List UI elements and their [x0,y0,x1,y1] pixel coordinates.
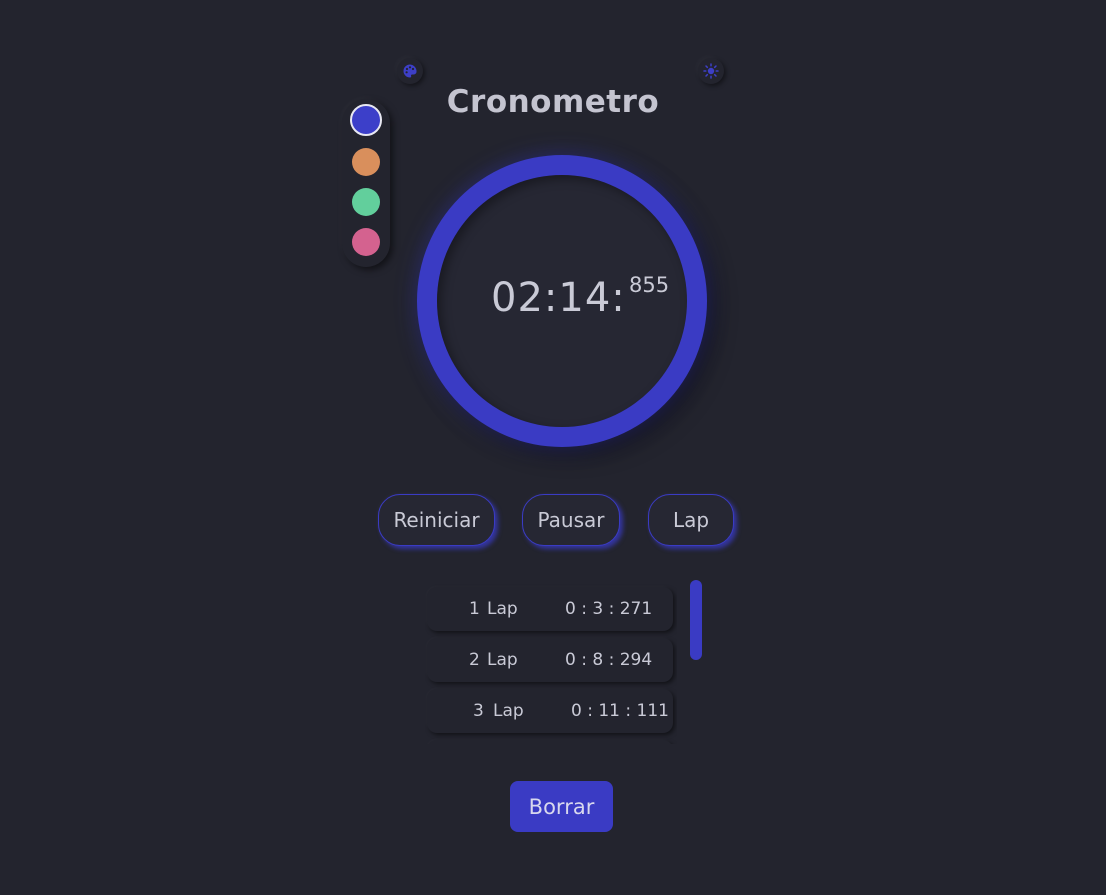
lap-number: 2 [469,650,480,670]
lap-button[interactable]: Lap [648,494,734,546]
page-title: Cronometro [446,84,660,120]
color-swatch-orange[interactable] [352,148,380,176]
pause-button[interactable]: Pausar [522,494,620,546]
lap-time: 0 : 11 : 111 [571,701,669,721]
timer-dial: 02:14: 855 [417,155,707,447]
stopwatch-app: Cronometro 02:14: 855 Reiniciar Pausar L… [0,0,1106,895]
color-swatch-green[interactable] [352,188,380,216]
sun-icon [703,63,719,79]
lap-number: 1 [469,599,480,619]
lap-label: Lap [493,701,524,721]
timer-main-display: 02:14: [491,275,626,321]
lap-list[interactable]: 1 Lap 0 : 3 : 271 2 Lap 0 : 8 : 294 3 La… [425,584,677,744]
lap-time: 0 : 3 : 271 [565,599,653,619]
color-swatch-panel [342,99,390,267]
lap-number: 3 [473,701,484,721]
lap-label: Lap [487,599,518,619]
clear-button[interactable]: Borrar [510,781,613,832]
lap-row: 3 Lap 0 : 11 : 111 [427,689,673,733]
palette-icon [403,64,417,78]
lap-time: 0 : 8 : 294 [565,650,653,670]
lap-row: 1 Lap 0 : 3 : 271 [427,587,673,631]
lap-list-scrollbar[interactable] [690,580,702,660]
timer-face: 02:14: 855 [437,175,687,427]
lap-row: 2 Lap 0 : 8 : 294 [427,638,673,682]
palette-button[interactable] [397,58,423,84]
reset-button[interactable]: Reiniciar [378,494,495,546]
timer-milliseconds: 855 [629,273,670,297]
theme-toggle-button[interactable] [698,58,724,84]
lap-label: Lap [487,650,518,670]
color-swatch-pink[interactable] [352,228,380,256]
lap-row [427,740,673,744]
